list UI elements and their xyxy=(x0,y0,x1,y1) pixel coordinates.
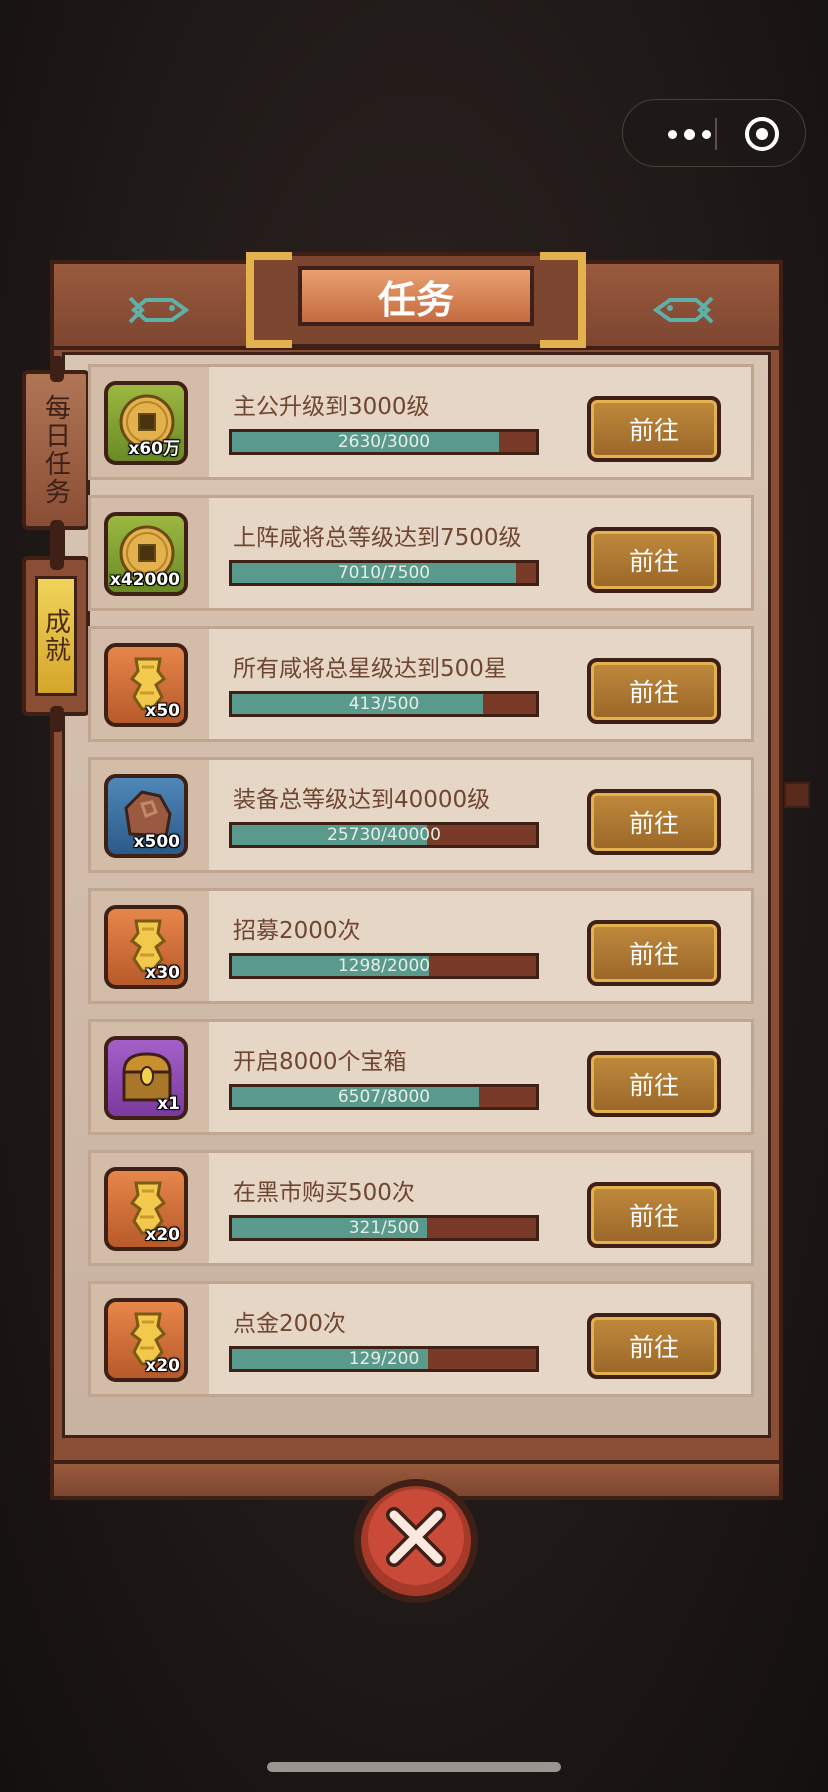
progress-text: 6507/8000 xyxy=(337,1087,431,1107)
tab-daily-tasks[interactable]: 每日任务 xyxy=(22,370,90,530)
go-button[interactable]: 前往 xyxy=(587,658,721,724)
capsule-divider xyxy=(715,118,717,150)
reward-item[interactable]: x50 xyxy=(104,643,188,727)
reward-cell: x30 xyxy=(91,891,209,1001)
task-row: x30 招募2000次 1298/2000 前往 xyxy=(88,888,754,1004)
tab-knob xyxy=(50,706,64,732)
task-row: x50 所有咸将总星级达到500星 413/500 前往 xyxy=(88,626,754,742)
tab-achievements-label: 成就 xyxy=(40,608,71,664)
reward-item[interactable]: x20 xyxy=(104,1167,188,1251)
progress-text: 321/500 xyxy=(348,1218,420,1238)
more-menu-icon[interactable] xyxy=(649,100,729,168)
reward-quantity: x42000 xyxy=(109,570,180,590)
fish-icon xyxy=(652,296,714,324)
reward-cell: x42000 xyxy=(91,498,209,608)
reward-cell: x20 xyxy=(91,1153,209,1263)
miniprogram-capsule xyxy=(622,99,806,167)
gold-bracket-left xyxy=(246,252,292,348)
reward-cell: x50 xyxy=(91,629,209,739)
task-row: x1 开启8000个宝箱 6507/8000 前往 xyxy=(88,1019,754,1135)
home-indicator[interactable] xyxy=(267,1762,561,1772)
reward-item[interactable]: x60万 xyxy=(104,381,188,465)
tab-daily-label: 每日任务 xyxy=(40,394,71,506)
task-row: x60万 主公升级到3000级 2630/3000 前往 xyxy=(88,364,754,480)
reward-cell: x500 xyxy=(91,760,209,870)
task-title: 上阵咸将总等级达到7500级 xyxy=(233,525,522,551)
reward-item[interactable]: x500 xyxy=(104,774,188,858)
reward-cell: x60万 xyxy=(91,367,209,477)
tab-knob xyxy=(50,544,64,570)
task-title: 招募2000次 xyxy=(233,918,361,944)
progress-text: 2630/3000 xyxy=(337,432,431,452)
reward-quantity: x30 xyxy=(145,963,180,983)
task-row: x500 装备总等级达到40000级 25730/40000 前往 xyxy=(88,757,754,873)
progress-text: 413/500 xyxy=(348,694,420,714)
progress-bar: 6507/8000 xyxy=(229,1084,539,1110)
task-list[interactable]: x60万 主公升级到3000级 2630/3000 前往 x42000 上阵咸将… xyxy=(88,364,754,1412)
go-button[interactable]: 前往 xyxy=(587,789,721,855)
progress-text: 25730/40000 xyxy=(327,825,441,845)
progress-bar: 413/500 xyxy=(229,691,539,717)
reward-quantity: x20 xyxy=(145,1225,180,1245)
reward-quantity: x1 xyxy=(157,1094,180,1114)
reward-item[interactable]: x42000 xyxy=(104,512,188,596)
task-row: x20 在黑市购买500次 321/500 前往 xyxy=(88,1150,754,1266)
task-title: 在黑市购买500次 xyxy=(233,1180,415,1206)
task-title: 主公升级到3000级 xyxy=(233,394,430,420)
task-row: x20 点金200次 129/200 前往 xyxy=(88,1281,754,1397)
tab-achievements[interactable]: 成就 xyxy=(22,556,90,716)
progress-bar: 129/200 xyxy=(229,1346,539,1372)
go-button[interactable]: 前往 xyxy=(587,1182,721,1248)
reward-item[interactable]: x30 xyxy=(104,905,188,989)
fish-icon xyxy=(128,296,190,324)
reward-cell: x20 xyxy=(91,1284,209,1394)
progress-bar: 1298/2000 xyxy=(229,953,539,979)
tab-achievements-plate: 成就 xyxy=(35,576,77,696)
task-title: 装备总等级达到40000级 xyxy=(233,787,491,813)
tab-knob xyxy=(50,520,64,546)
page-title: 任务 xyxy=(298,266,534,326)
progress-text: 129/200 xyxy=(348,1349,420,1369)
task-title: 点金200次 xyxy=(233,1311,346,1337)
side-arrow-icon xyxy=(784,782,810,808)
reward-item[interactable]: x1 xyxy=(104,1036,188,1120)
tab-knob xyxy=(50,356,64,382)
reward-item[interactable]: x20 xyxy=(104,1298,188,1382)
close-button[interactable] xyxy=(350,1475,482,1607)
gold-bracket-right xyxy=(540,252,586,348)
go-button[interactable]: 前往 xyxy=(587,1051,721,1117)
progress-bar: 25730/40000 xyxy=(229,822,539,848)
progress-bar: 2630/3000 xyxy=(229,429,539,455)
task-row: x42000 上阵咸将总等级达到7500级 7010/7500 前往 xyxy=(88,495,754,611)
progress-bar: 7010/7500 xyxy=(229,560,539,586)
reward-cell: x1 xyxy=(91,1022,209,1132)
progress-bar: 321/500 xyxy=(229,1215,539,1241)
go-button[interactable]: 前往 xyxy=(587,920,721,986)
go-button[interactable]: 前往 xyxy=(587,527,721,593)
reward-quantity: x50 xyxy=(145,701,180,721)
reward-quantity: x60万 xyxy=(128,439,180,459)
task-title: 开启8000个宝箱 xyxy=(233,1049,407,1075)
reward-quantity: x500 xyxy=(133,832,180,852)
close-miniprogram-icon[interactable] xyxy=(742,114,782,154)
go-button[interactable]: 前往 xyxy=(587,396,721,462)
reward-quantity: x20 xyxy=(145,1356,180,1376)
progress-text: 1298/2000 xyxy=(337,956,431,976)
go-button[interactable]: 前往 xyxy=(587,1313,721,1379)
progress-text: 7010/7500 xyxy=(337,563,431,583)
title-plate: 任务 xyxy=(246,252,586,348)
task-title: 所有咸将总星级达到500星 xyxy=(233,656,507,682)
